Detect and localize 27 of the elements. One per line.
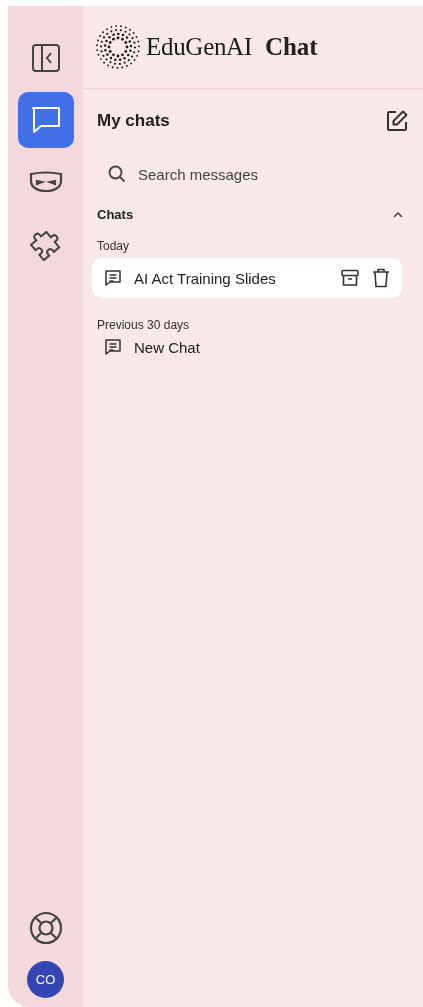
chat-bubble-icon [29, 105, 62, 135]
user-avatar[interactable]: CO [27, 961, 64, 998]
chat-item[interactable]: AI Act Training Slides [92, 258, 402, 298]
sidebar-toggle-icon [30, 43, 61, 73]
rail-button[interactable] [17, 92, 74, 148]
dotted-circle-logo-icon [96, 25, 140, 69]
group-label: Today [97, 239, 131, 253]
mask-icon [28, 171, 63, 193]
section-title: Chats [97, 207, 134, 222]
chat-item[interactable]: New Chat [92, 335, 402, 359]
search-icon [108, 165, 126, 183]
chevron-icon [393, 211, 403, 218]
archive-button[interactable] [340, 268, 360, 288]
message-icon [104, 269, 122, 287]
lifebuoy-icon[interactable] [28, 911, 63, 945]
edit-icon [385, 109, 409, 133]
group-label: Previous 30 days [97, 318, 191, 332]
search-field[interactable]: Search messages [138, 165, 358, 183]
brand-name: EduGenAI [146, 33, 252, 61]
delete-button[interactable] [372, 268, 390, 288]
collapse-button[interactable] [393, 211, 403, 218]
archive-icon [340, 268, 360, 288]
new-chat-button[interactable] [385, 109, 409, 133]
trash-icon [372, 268, 390, 288]
product-name: Chat [264, 33, 318, 61]
message-icon [104, 338, 122, 356]
panel-title: My chats [97, 111, 170, 131]
